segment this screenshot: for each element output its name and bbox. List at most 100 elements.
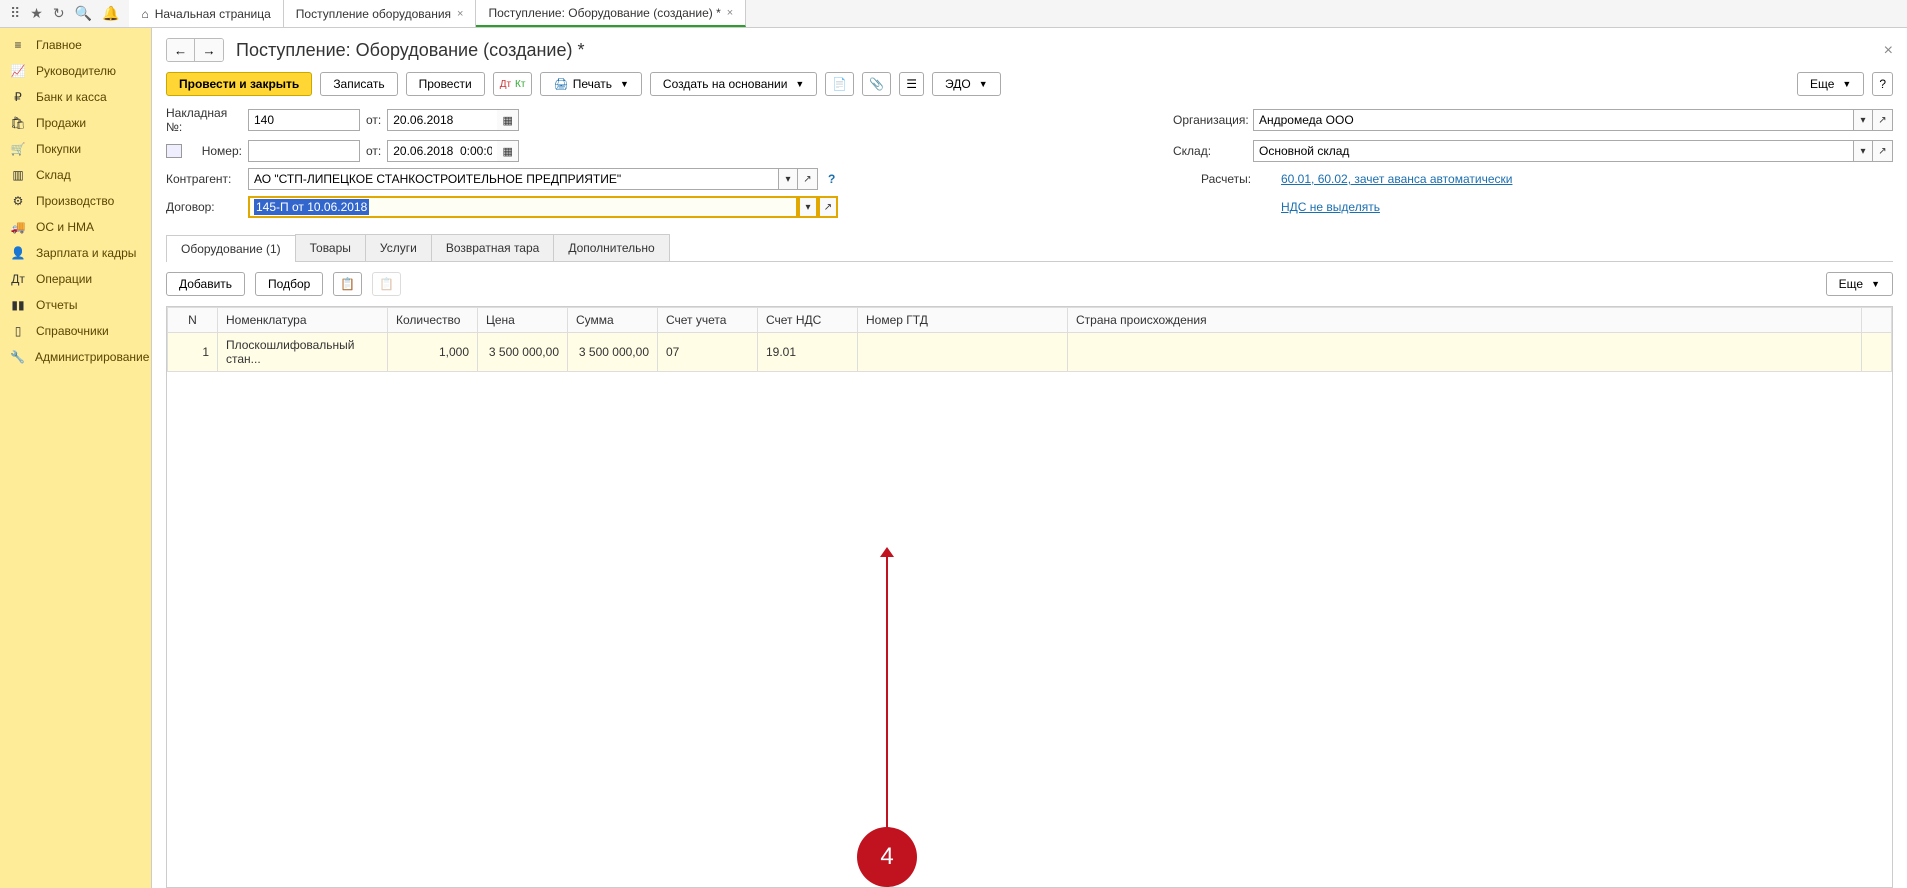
open-icon[interactable]: ↗ (1873, 140, 1893, 162)
from-label: от: (366, 113, 381, 127)
sidebar-label: Справочники (36, 324, 109, 338)
paste-button[interactable]: 📋 (372, 272, 401, 296)
save-button[interactable]: Записать (320, 72, 397, 96)
col-country[interactable]: Страна происхождения (1068, 308, 1862, 333)
calendar-icon[interactable]: ▦ (497, 140, 519, 162)
col-vat-account[interactable]: Счет НДС (758, 308, 858, 333)
help-icon[interactable]: ? (824, 172, 839, 186)
copy-button[interactable]: 📋 (333, 272, 362, 296)
tab-more-button[interactable]: Еще▼ (1826, 272, 1893, 296)
table-row[interactable]: 1 Плоскошлифовальный стан... 1,000 3 500… (168, 333, 1892, 372)
tab-home[interactable]: ⌂ Начальная страница (129, 0, 283, 27)
col-qty[interactable]: Количество (388, 308, 478, 333)
star-icon[interactable]: ★ (30, 5, 43, 22)
invoice-number-input[interactable] (248, 109, 360, 131)
sidebar-item-main[interactable]: ≡ Главное (0, 32, 151, 58)
sidebar-item-purchases[interactable]: 🛒Покупки (0, 136, 151, 162)
help-button[interactable]: ? (1872, 72, 1893, 96)
sidebar-label: Главное (36, 38, 82, 52)
tab-label: Поступление оборудования (296, 7, 451, 21)
create-based-label: Создать на основании (663, 77, 788, 91)
menu-icon: ≡ (10, 38, 26, 52)
col-nomenclature[interactable]: Номенклатура (218, 308, 388, 333)
subtab-equipment[interactable]: Оборудование (1) (166, 235, 296, 262)
cell-nomenclature: Плоскошлифовальный стан... (218, 333, 388, 372)
post-button[interactable]: Провести (406, 72, 485, 96)
nav-forward-button[interactable]: → (195, 39, 223, 61)
sidebar-label: Администрирование (35, 350, 149, 364)
cell-qty: 1,000 (388, 333, 478, 372)
open-icon[interactable]: ↗ (1873, 109, 1893, 131)
chart-icon: 📈 (10, 64, 26, 78)
number-input[interactable] (248, 140, 360, 162)
apps-icon[interactable]: ⠿ (10, 5, 20, 22)
sidebar-item-manager[interactable]: 📈Руководителю (0, 58, 151, 84)
sidebar-label: Производство (36, 194, 114, 208)
vat-link[interactable]: НДС не выделять (1281, 200, 1380, 214)
tab-equipment-receipt[interactable]: Поступление оборудования × (284, 0, 477, 27)
contract-input[interactable]: 145-П от 10.06.2018 (248, 196, 798, 218)
sidebar-item-admin[interactable]: 🔧 Администрирование (0, 344, 151, 370)
close-icon[interactable]: × (457, 8, 463, 20)
col-price[interactable]: Цена (478, 308, 568, 333)
add-button[interactable]: Добавить (166, 272, 245, 296)
list-button[interactable]: ☰ (899, 72, 924, 96)
clip-button[interactable]: 📎 (862, 72, 891, 96)
doc-type-icon[interactable] (166, 144, 182, 158)
cell-price: 3 500 000,00 (478, 333, 568, 372)
calendar-icon[interactable]: ▦ (497, 109, 519, 131)
print-button[interactable]: 🖨Печать▼ (540, 72, 641, 96)
sidebar-item-catalogs[interactable]: ▯Справочники (0, 318, 151, 344)
sidebar-item-hr[interactable]: 👤Зарплата и кадры (0, 240, 151, 266)
sidebar-item-sales[interactable]: 🛍Продажи (0, 110, 151, 136)
wrench-icon: 🔧 (10, 350, 25, 364)
open-icon[interactable]: ↗ (798, 168, 818, 190)
number-date-input[interactable] (387, 140, 497, 162)
dropdown-icon[interactable]: ▾ (1853, 140, 1873, 162)
more-button[interactable]: Еще▼ (1797, 72, 1864, 96)
col-sum[interactable]: Сумма (568, 308, 658, 333)
sidebar-item-operations[interactable]: ДтОперации (0, 266, 151, 292)
bell-icon[interactable]: 🔔 (102, 5, 119, 22)
dropdown-icon[interactable]: ▾ (778, 168, 798, 190)
subtab-goods[interactable]: Товары (295, 234, 366, 261)
callout-line (886, 552, 888, 832)
sidebar-item-bank[interactable]: ₽Банк и касса (0, 84, 151, 110)
equipment-table: N Номенклатура Количество Цена Сумма Сче… (167, 307, 1892, 372)
settlements-link[interactable]: 60.01, 60.02, зачет аванса автоматически (1281, 172, 1512, 186)
counterparty-input[interactable] (248, 168, 778, 190)
subtab-returnable[interactable]: Возвратная тара (431, 234, 555, 261)
dropdown-icon[interactable]: ▾ (798, 196, 818, 218)
dropdown-icon[interactable]: ▾ (1853, 109, 1873, 131)
invoice-date-input[interactable] (387, 109, 497, 131)
col-n[interactable]: N (168, 308, 218, 333)
col-account[interactable]: Счет учета (658, 308, 758, 333)
close-page-icon[interactable]: × (1884, 42, 1893, 60)
subtab-additional[interactable]: Дополнительно (553, 234, 669, 261)
attach-button[interactable]: 📄 (825, 72, 854, 96)
open-icon[interactable]: ↗ (818, 196, 838, 218)
cell-vat: 19.01 (758, 333, 858, 372)
nav-back-button[interactable]: ← (167, 39, 195, 61)
tab-equipment-create[interactable]: Поступление: Оборудование (создание) * × (476, 0, 746, 27)
search-icon[interactable]: 🔍 (75, 5, 92, 22)
post-and-close-button[interactable]: Провести и закрыть (166, 72, 312, 96)
history-icon[interactable]: ↻ (53, 5, 65, 22)
pick-button[interactable]: Подбор (255, 272, 323, 296)
truck-icon: 🚚 (10, 220, 26, 234)
create-based-button[interactable]: Создать на основании▼ (650, 72, 817, 96)
sidebar-item-warehouse[interactable]: ▥Склад (0, 162, 151, 188)
close-icon[interactable]: × (727, 7, 733, 19)
sidebar-label: Зарплата и кадры (36, 246, 136, 260)
org-label: Организация: (1173, 113, 1245, 127)
dt-kt-button[interactable]: ДтКт (493, 72, 533, 96)
col-gtd[interactable]: Номер ГТД (858, 308, 1068, 333)
sidebar-item-assets[interactable]: 🚚ОС и НМА (0, 214, 151, 240)
cell-sum: 3 500 000,00 (568, 333, 658, 372)
edo-button[interactable]: ЭДО▼ (932, 72, 1001, 96)
sidebar-item-production[interactable]: ⚙Производство (0, 188, 151, 214)
org-input[interactable] (1253, 109, 1853, 131)
subtab-services[interactable]: Услуги (365, 234, 432, 261)
warehouse-input[interactable] (1253, 140, 1853, 162)
sidebar-item-reports[interactable]: ▮▮Отчеты (0, 292, 151, 318)
